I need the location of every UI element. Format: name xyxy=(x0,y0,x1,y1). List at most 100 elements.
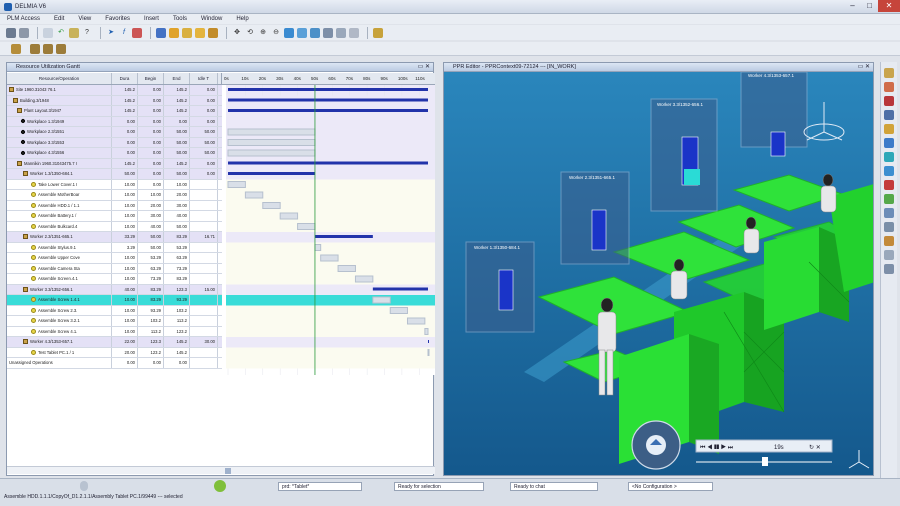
tool-icon[interactable] xyxy=(884,68,894,78)
swap-icon[interactable] xyxy=(349,27,359,38)
menu-help[interactable]: Help xyxy=(236,16,248,22)
operation-bar[interactable] xyxy=(227,181,246,188)
gantt-scrollbar[interactable] xyxy=(7,466,435,474)
tool-icon[interactable] xyxy=(884,208,894,218)
operation-bar[interactable] xyxy=(406,317,426,325)
table-row[interactable]: Workplace 4.3/1556 0.00 0.00 50.00 50.00 xyxy=(7,148,222,159)
link-icon[interactable] xyxy=(132,27,142,38)
configuration-field[interactable]: <No Configuration > xyxy=(628,482,713,491)
operation-bar[interactable] xyxy=(424,328,429,335)
select-icon[interactable]: ➤ xyxy=(106,28,116,38)
viewer-window-buttons[interactable]: ▭ ✕ xyxy=(858,63,870,72)
table-row[interactable]: Worker 3.3/1352-656.1 40.00 83.29 123.3 15.0… xyxy=(7,284,222,295)
table-row[interactable]: Unassigned Operations 0.00 0.00 0.00 xyxy=(7,358,222,369)
table-row[interactable]: Worker 2.3/1351-665.1 33.29 50.00 83.29 16.7… xyxy=(7,232,222,243)
table-row[interactable]: Take Lower Cover.1 I 10.00 0.00 10.00 xyxy=(7,179,222,190)
rotate-icon[interactable]: ⟲ xyxy=(245,28,255,38)
table-row[interactable]: Assemble Screw 4.1. 10.00 113.2 123.2 xyxy=(7,326,222,337)
normal-view-icon[interactable] xyxy=(297,27,307,38)
table-row[interactable]: Assemble Upper Cove 10.00 53.29 63.29 xyxy=(7,253,222,264)
table-row[interactable]: Workplace 2.3/1551 0.00 0.00 50.00 50.00 xyxy=(7,127,222,138)
gantt-chart[interactable] xyxy=(226,85,435,375)
fly-mode-icon[interactable] xyxy=(156,27,166,38)
render-style-icon[interactable] xyxy=(323,27,333,38)
panel-window-buttons[interactable]: ▭ ✕ xyxy=(418,63,430,72)
table-row[interactable]: Assemble MotherBoar 10.00 10.00 20.00 xyxy=(7,190,222,201)
table-row[interactable]: Assemble Bulkcard.4 10.00 40.00 50.00 xyxy=(7,221,222,232)
tool-icon[interactable] xyxy=(884,194,894,204)
summary-bar[interactable] xyxy=(228,109,428,112)
tool-icon[interactable] xyxy=(884,110,894,120)
operation-icon[interactable] xyxy=(43,43,53,54)
menu-edit[interactable]: Edit xyxy=(54,16,64,22)
summary-bar[interactable] xyxy=(314,235,373,238)
resource-icon[interactable] xyxy=(30,43,40,54)
table-row[interactable]: Test Tablet PC.1 / 1 20.00 123.2 145.2 xyxy=(7,347,222,358)
operation-bar[interactable] xyxy=(320,254,339,262)
maximize-button[interactable]: □ xyxy=(861,0,878,12)
col-end[interactable]: End xyxy=(164,73,190,84)
lock-icon[interactable] xyxy=(208,27,218,38)
new-icon[interactable] xyxy=(6,27,16,38)
tool-icon[interactable] xyxy=(884,138,894,148)
compass-icon[interactable] xyxy=(169,27,179,38)
menu-insert[interactable]: Insert xyxy=(144,16,159,22)
tool-icon[interactable] xyxy=(884,96,894,106)
tool-icon[interactable] xyxy=(884,250,894,260)
compass-status-icon[interactable] xyxy=(214,480,226,492)
table-row[interactable]: Mannikin 1960.31043475.7 I 145.2 0.00 145.2… xyxy=(7,158,222,169)
table-row[interactable]: Workplace 3.3/1553 0.00 0.00 50.00 50.00 xyxy=(7,137,222,148)
summary-bar[interactable] xyxy=(228,161,428,165)
tool-icon[interactable] xyxy=(884,264,894,274)
table-row[interactable]: Worker 1.3/1350-684.1 50.00 0.00 50.00 0.00 xyxy=(7,169,222,180)
summary-bar[interactable] xyxy=(228,172,315,175)
operation-bar[interactable] xyxy=(279,212,299,220)
walk-icon[interactable] xyxy=(195,27,205,38)
menu-view[interactable]: View xyxy=(78,16,91,22)
3d-canvas[interactable]: Worker 1.3/1350-684.1 Worker 2.3/1351-66… xyxy=(444,71,873,475)
table-row[interactable]: Assemble Screw 3.2.1 10.00 103.2 113.2 xyxy=(7,316,222,327)
table-row[interactable]: Assemble Screen.4.1 10.00 73.29 83.29 xyxy=(7,274,222,285)
operation-bar[interactable] xyxy=(244,191,264,199)
operation-bar[interactable] xyxy=(227,128,316,136)
open-icon[interactable] xyxy=(19,27,29,38)
filter-field[interactable]: prd: *Tablet* xyxy=(278,482,362,491)
menu-favorites[interactable]: Favorites xyxy=(105,16,130,22)
formula-icon[interactable]: f xyxy=(119,28,129,38)
col-begin[interactable]: Begin xyxy=(138,73,164,84)
operation-bar[interactable] xyxy=(227,139,316,146)
col-idle[interactable]: Idle T xyxy=(190,73,218,84)
operation-bar[interactable] xyxy=(297,223,316,230)
sim-slider-thumb[interactable] xyxy=(762,457,768,466)
operation-bar[interactable] xyxy=(389,307,408,314)
hide-show-icon[interactable] xyxy=(336,27,346,38)
robot-navigator-icon[interactable] xyxy=(631,420,681,470)
zoom-out-icon[interactable]: ⊖ xyxy=(271,28,281,38)
table-row[interactable]: Site 1960.31043 76.1 145.2 0.00 145.2 0.00 xyxy=(7,85,222,96)
tool-icon[interactable] xyxy=(884,236,894,246)
table-row[interactable]: Assemble Stylus.9.1 3.29 50.00 53.29 xyxy=(7,242,222,253)
summary-bar[interactable] xyxy=(228,98,428,102)
help-icon[interactable]: ? xyxy=(82,28,92,38)
tool-icon[interactable] xyxy=(884,166,894,176)
undo-icon[interactable]: ↶ xyxy=(56,28,66,38)
table-row[interactable]: Plant Layout.3/1947 145.2 0.00 145.2 0.00 xyxy=(7,106,222,117)
tool-icon[interactable] xyxy=(884,124,894,134)
menu-plm-access[interactable]: PLM Access xyxy=(7,16,40,22)
cut-icon[interactable] xyxy=(43,27,53,38)
summary-bar[interactable] xyxy=(228,88,428,91)
table-row[interactable]: Workplace 1.3/1949 0.00 0.00 0.00 0.00 xyxy=(7,116,222,127)
operation-bar[interactable] xyxy=(314,244,322,251)
catalog-icon[interactable] xyxy=(373,27,383,38)
menu-tools[interactable]: Tools xyxy=(173,16,187,22)
operation-bar[interactable] xyxy=(337,265,356,272)
tool-icon[interactable] xyxy=(884,180,894,190)
table-row[interactable]: Assemble Screw 2.3. 10.00 93.29 103.2 xyxy=(7,305,222,316)
minimize-button[interactable]: – xyxy=(844,0,861,12)
operation-bar[interactable] xyxy=(354,275,374,283)
operation-bar[interactable] xyxy=(262,202,281,209)
table-row[interactable]: Building.3/1948 145.2 0.00 145.2 0.00 xyxy=(7,95,222,106)
table-row[interactable]: Worker 4.3/1353-657.1 22.00 123.3 145.2 30.0… xyxy=(7,337,222,348)
zoom-in-icon[interactable]: ⊕ xyxy=(258,28,268,38)
operation-bar[interactable] xyxy=(427,349,430,356)
